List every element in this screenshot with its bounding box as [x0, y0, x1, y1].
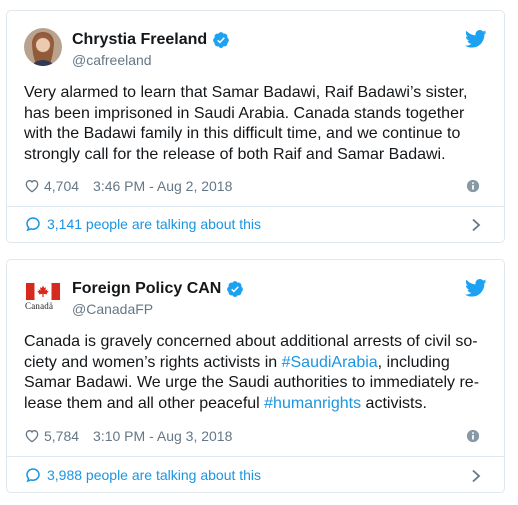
- author-handle[interactable]: @cafreeland: [72, 52, 230, 68]
- author-name[interactable]: Foreign Policy CAN: [72, 280, 221, 298]
- tweet-text: Canada is gravely concerned about additi…: [24, 332, 486, 414]
- hashtag-link[interactable]: #SaudiArabia: [282, 354, 378, 371]
- like-count[interactable]: 4,704: [44, 178, 79, 194]
- hashtag-link[interactable]: #humanrights: [264, 395, 361, 412]
- chevron-right-icon[interactable]: [471, 218, 481, 232]
- talking-count[interactable]: 3,141 people are talking about this: [47, 216, 261, 232]
- twitter-bird-icon[interactable]: [465, 30, 487, 48]
- conversation-link[interactable]: 3,988 people are talking about this: [24, 465, 487, 485]
- tweet-meta: 5,784 3:10 PM - Aug 3, 2018: [24, 427, 487, 445]
- heart-icon[interactable]: [24, 428, 40, 444]
- tweet-header: Canadä Foreign Policy CAN @CanadaFP: [24, 277, 487, 317]
- avatar[interactable]: [24, 28, 62, 66]
- author-handle[interactable]: @CanadaFP: [72, 301, 244, 317]
- info-icon[interactable]: [466, 429, 480, 443]
- avatar[interactable]: Canadä: [24, 277, 62, 315]
- tweet-card[interactable]: Chrystia Freeland @cafreeland Very alarm…: [6, 10, 505, 243]
- timestamp[interactable]: 3:10 PM - Aug 3, 2018: [93, 428, 232, 444]
- author-info: Foreign Policy CAN @CanadaFP: [72, 279, 244, 317]
- twitter-bird-icon[interactable]: [465, 279, 487, 297]
- info-icon[interactable]: [466, 179, 480, 193]
- verified-badge-icon: [227, 281, 244, 297]
- tweet-text: Very alarmed to learn that Samar Badawi,…: [24, 84, 468, 163]
- tweet-text-part: activists.: [361, 394, 427, 412]
- tweet-meta: 4,704 3:46 PM - Aug 2, 2018: [24, 177, 487, 195]
- heart-icon[interactable]: [24, 178, 40, 194]
- conversation-link[interactable]: 3,141 people are talking about this: [24, 214, 487, 234]
- timestamp[interactable]: 3:46 PM - Aug 2, 2018: [93, 178, 232, 194]
- tweet-card[interactable]: Canadä Foreign Policy CAN @CanadaFP Cana…: [6, 259, 505, 493]
- talking-count[interactable]: 3,988 people are talking about this: [47, 467, 261, 483]
- tweet-header: Chrystia Freeland @cafreeland: [24, 28, 487, 68]
- speech-bubble-icon: [26, 217, 40, 232]
- author-info: Chrystia Freeland @cafreeland: [72, 30, 230, 68]
- speech-bubble-icon: [26, 468, 40, 483]
- author-name[interactable]: Chrystia Freeland: [72, 31, 207, 49]
- avatar-wordmark: Canadä: [25, 301, 54, 311]
- like-count[interactable]: 5,784: [44, 428, 79, 444]
- chevron-right-icon[interactable]: [471, 469, 481, 483]
- divider: [7, 206, 504, 207]
- divider: [7, 456, 504, 457]
- verified-badge-icon: [213, 32, 230, 48]
